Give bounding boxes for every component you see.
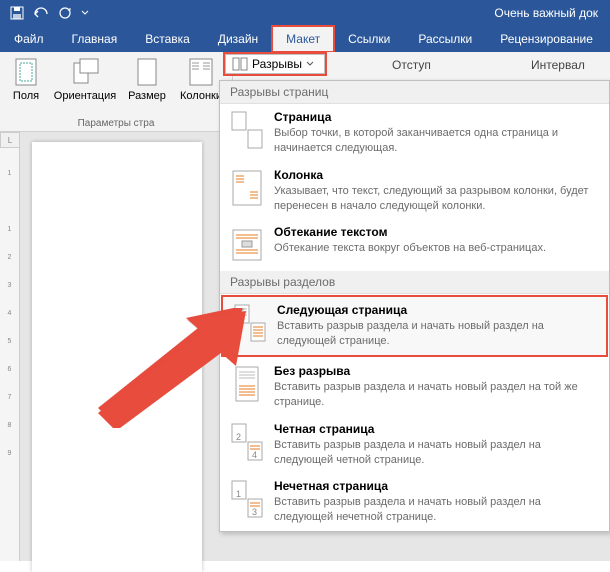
item-desc: Вставить разрыв раздела и начать новый р… — [274, 380, 599, 410]
item-title: Колонка — [274, 168, 599, 182]
item-title: Без разрыва — [274, 364, 599, 378]
item-title: Следующая страница — [277, 303, 596, 317]
item-title: Страница — [274, 110, 599, 124]
break-option-continuous[interactable]: Без разрыва Вставить разрыв раздела и нач… — [220, 358, 609, 416]
breaks-button[interactable]: Разрывы — [225, 54, 325, 74]
orientation-icon — [70, 57, 100, 87]
tab-home[interactable]: Главная — [58, 26, 132, 52]
continuous-section-icon — [230, 364, 264, 404]
svg-text:2: 2 — [236, 432, 241, 442]
redo-icon — [58, 6, 72, 20]
window-title: Очень важный док — [92, 6, 604, 20]
svg-text:4: 4 — [252, 450, 257, 460]
redo-button[interactable] — [54, 2, 76, 24]
qat-dropdown[interactable] — [78, 2, 92, 24]
item-desc: Вставить разрыв раздела и начать новый р… — [274, 438, 599, 468]
item-title: Обтекание текстом — [274, 225, 599, 239]
selection-indicator-icon: ▶ — [213, 321, 221, 332]
tab-layout[interactable]: Макет — [272, 26, 334, 52]
undo-button[interactable] — [30, 2, 52, 24]
indent-label: Отступ — [392, 58, 431, 72]
spacing-label: Интервал — [531, 58, 585, 72]
columns-label: Колонки — [180, 90, 222, 102]
text-wrap-icon — [230, 225, 264, 265]
tab-design[interactable]: Дизайн — [204, 26, 272, 52]
chevron-down-icon — [81, 9, 89, 17]
ruler-corner: L — [0, 132, 20, 148]
item-desc: Вставить разрыв раздела и начать новый р… — [277, 319, 596, 349]
svg-text:1: 1 — [236, 489, 241, 499]
page-breaks-header: Разрывы страниц — [220, 81, 609, 104]
margins-label: Поля — [13, 90, 39, 102]
svg-text:3: 3 — [252, 507, 257, 517]
undo-icon — [34, 6, 48, 20]
size-button[interactable]: Размер — [124, 56, 170, 118]
page-setup-group: Поля Ориентация Размер Колонки Параметры… — [0, 52, 233, 131]
tab-review[interactable]: Рецензирование — [486, 26, 607, 52]
breaks-dropdown: Разрывы страниц Страница Выбор точки, в к… — [219, 80, 610, 532]
item-title: Нечетная страница — [274, 479, 599, 493]
margins-button[interactable]: Поля — [6, 56, 46, 118]
tab-file[interactable]: Файл — [0, 26, 58, 52]
ribbon-tabs: Файл Главная Вставка Дизайн Макет Ссылки… — [0, 26, 610, 52]
item-desc: Указывает, что текст, следующий за разры… — [274, 184, 599, 214]
tab-insert[interactable]: Вставка — [131, 26, 204, 52]
tab-references[interactable]: Ссылки — [334, 26, 404, 52]
save-button[interactable] — [6, 2, 28, 24]
breaks-icon — [232, 57, 248, 71]
orientation-label: Ориентация — [54, 90, 116, 102]
orientation-button[interactable]: Ориентация — [52, 56, 118, 118]
item-title: Четная страница — [274, 422, 599, 436]
chevron-down-icon — [306, 61, 314, 67]
size-label: Размер — [128, 90, 166, 102]
breaks-label: Разрывы — [252, 57, 302, 71]
item-desc: Выбор точки, в которой заканчивается одн… — [274, 126, 599, 156]
break-option-odd-page[interactable]: 13 Нечетная страницаВставить разрыв разд… — [220, 473, 609, 531]
page-setup-group-label: Параметры стра — [6, 118, 226, 129]
margins-icon — [12, 57, 40, 87]
break-option-text-wrap[interactable]: Обтекание текстом Обтекание текста вокруг… — [220, 219, 609, 271]
item-desc: Вставить разрыв раздела и начать новый р… — [274, 495, 599, 525]
break-option-column[interactable]: Колонка Указывает, что текст, следующий з… — [220, 162, 609, 220]
odd-page-section-icon: 13 — [230, 479, 264, 519]
break-option-even-page[interactable]: 24 Четная страницаВставить разрыв раздел… — [220, 416, 609, 474]
tab-mailings[interactable]: Рассылки — [404, 26, 486, 52]
document-page[interactable] — [32, 142, 202, 572]
save-icon — [10, 6, 24, 20]
size-icon — [135, 57, 159, 87]
break-option-page[interactable]: Страница Выбор точки, в которой заканчива… — [220, 104, 609, 162]
vertical-ruler: 21123456789 — [0, 132, 20, 561]
title-bar: Очень важный док — [0, 0, 610, 26]
section-breaks-header: Разрывы разделов — [220, 271, 609, 294]
item-desc: Обтекание текста вокруг объектов на веб-… — [274, 241, 599, 256]
page-break-icon — [230, 110, 264, 150]
break-option-next-page[interactable]: ▶ Следующая страницаВставить разрыв разд… — [221, 295, 608, 357]
quick-access-toolbar — [6, 2, 92, 24]
next-page-section-icon — [233, 303, 267, 343]
columns-icon — [188, 57, 214, 87]
column-break-icon — [230, 168, 264, 208]
even-page-section-icon: 24 — [230, 422, 264, 462]
